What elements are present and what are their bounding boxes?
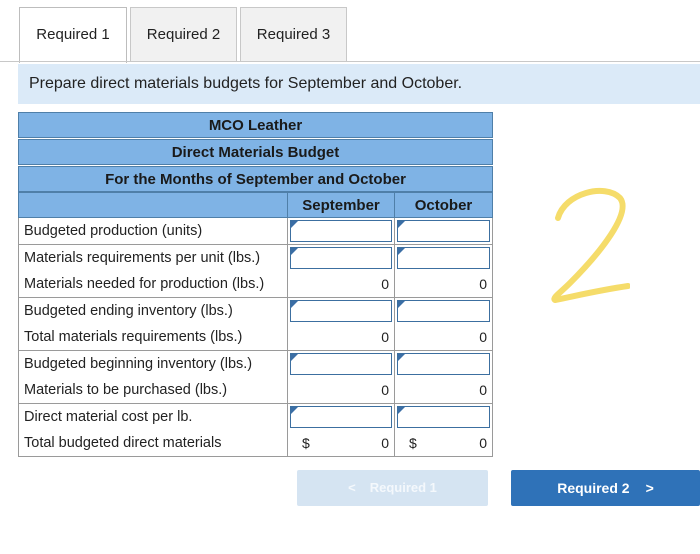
tab-required-1[interactable]: Required 1	[19, 7, 127, 63]
cell-value: 0	[381, 329, 389, 345]
next-required-button[interactable]: Required 2 >	[511, 470, 700, 506]
row-label: Total budgeted direct materials	[18, 430, 288, 457]
input-marker-icon	[291, 300, 298, 308]
september-cell[interactable]	[288, 218, 395, 245]
september-cell[interactable]	[288, 350, 395, 378]
september-input[interactable]	[290, 220, 392, 242]
table-row: Materials needed for production (lbs.) 0 0	[18, 271, 493, 298]
budget-period: For the Months of September and October	[18, 166, 493, 192]
row-label: Budgeted production (units)	[18, 218, 288, 245]
tab-required-3[interactable]: Required 3	[240, 7, 347, 61]
cell-value: 0	[479, 329, 487, 345]
october-input[interactable]	[397, 220, 490, 242]
table-row: Materials requirements per unit (lbs.)	[18, 244, 493, 272]
september-cell[interactable]	[288, 244, 395, 272]
budget-title: Direct Materials Budget	[18, 139, 493, 165]
chevron-left-icon: <	[348, 480, 356, 495]
row-label: Budgeted beginning inventory (lbs.)	[18, 350, 288, 378]
october-cell[interactable]	[395, 244, 493, 272]
tab-label: Required 3	[256, 26, 331, 43]
previous-required-button[interactable]: < Required 1	[297, 470, 488, 506]
previous-button-label: Required 1	[369, 480, 437, 495]
tab-label: Required 1	[36, 26, 110, 43]
cell-value: 0	[479, 276, 487, 292]
row-label: Materials requirements per unit (lbs.)	[18, 244, 288, 272]
company-name: MCO Leather	[18, 112, 493, 138]
october-input[interactable]	[397, 352, 490, 375]
october-cell: 0	[395, 271, 493, 298]
cell-value: 0	[479, 435, 487, 451]
cell-value: 0	[479, 382, 487, 398]
currency-symbol: $	[302, 435, 310, 451]
chevron-right-icon: >	[645, 480, 654, 496]
column-header-blank	[18, 192, 288, 218]
instruction-banner: Prepare direct materials budgets for Sep…	[18, 64, 700, 104]
october-input[interactable]	[397, 299, 490, 322]
september-cell[interactable]	[288, 403, 395, 431]
september-input[interactable]	[290, 299, 392, 322]
october-cell: 0	[395, 377, 493, 404]
table-row: Materials to be purchased (lbs.) 0 0	[18, 377, 493, 404]
cell-value: 0	[381, 435, 389, 451]
column-header-september: September	[287, 192, 395, 218]
tab-divider	[0, 61, 700, 62]
table-row: Budgeted beginning inventory (lbs.)	[18, 350, 493, 378]
column-header-october: October	[394, 192, 493, 218]
september-cell: $0	[288, 430, 395, 457]
input-marker-icon	[398, 221, 405, 228]
october-cell: $0	[395, 430, 493, 457]
table-row: Total materials requirements (lbs.) 0 0	[18, 324, 493, 351]
table-row: Total budgeted direct materials $0 $0	[18, 430, 493, 457]
input-marker-icon	[291, 221, 298, 228]
handwritten-2-annotation	[551, 187, 630, 303]
october-cell: 0	[395, 324, 493, 351]
row-label: Budgeted ending inventory (lbs.)	[18, 297, 288, 325]
september-input[interactable]	[290, 352, 392, 375]
october-cell[interactable]	[395, 350, 493, 378]
row-label: Materials to be purchased (lbs.)	[18, 377, 288, 404]
row-label: Direct material cost per lb.	[18, 403, 288, 431]
october-cell[interactable]	[395, 403, 493, 431]
september-input[interactable]	[290, 405, 392, 428]
tab-label: Required 2	[146, 26, 221, 43]
input-marker-icon	[398, 300, 405, 308]
table-row: Budgeted production (units)	[18, 218, 493, 245]
october-cell[interactable]	[395, 218, 493, 245]
tab-required-2[interactable]: Required 2	[130, 7, 237, 61]
september-cell: 0	[288, 324, 395, 351]
input-marker-icon	[398, 353, 405, 361]
september-cell[interactable]	[288, 297, 395, 325]
currency-symbol: $	[409, 435, 417, 451]
input-marker-icon	[398, 247, 405, 255]
row-label: Materials needed for production (lbs.)	[18, 271, 288, 298]
cell-value: 0	[381, 382, 389, 398]
october-input[interactable]	[397, 246, 490, 269]
september-cell: 0	[288, 377, 395, 404]
october-cell[interactable]	[395, 297, 493, 325]
row-label: Total materials requirements (lbs.)	[18, 324, 288, 351]
september-input[interactable]	[290, 246, 392, 269]
table-row: Direct material cost per lb.	[18, 403, 493, 431]
september-cell: 0	[288, 271, 395, 298]
input-marker-icon	[398, 406, 405, 414]
input-marker-icon	[291, 247, 298, 255]
table-row: Budgeted ending inventory (lbs.)	[18, 297, 493, 325]
cell-value: 0	[381, 276, 389, 292]
input-marker-icon	[291, 353, 298, 361]
next-button-label: Required 2	[557, 480, 630, 496]
input-marker-icon	[291, 406, 298, 414]
october-input[interactable]	[397, 405, 490, 428]
